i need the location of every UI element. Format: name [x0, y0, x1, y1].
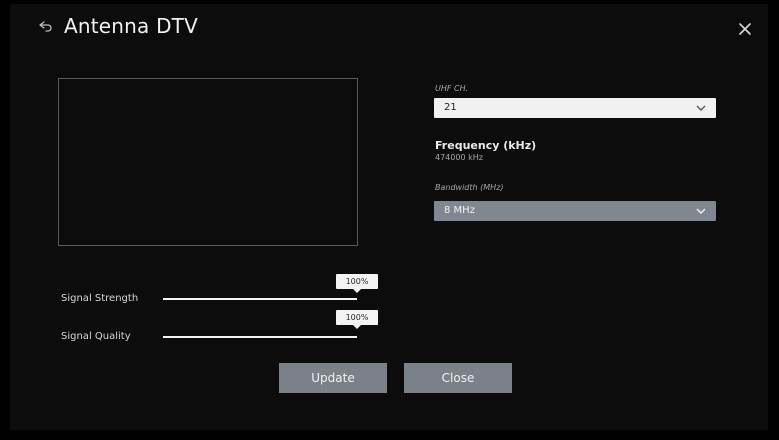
uhf-channel-label: UHF CH. — [435, 84, 469, 93]
signal-quality-fill — [163, 336, 357, 338]
bandwidth-select[interactable]: 8 MHz — [434, 201, 716, 221]
uhf-channel-value: 21 — [444, 102, 457, 113]
dialog-header: Antenna DTV — [38, 14, 198, 38]
close-icon[interactable] — [738, 22, 752, 36]
signal-strength-bar — [163, 298, 357, 300]
bandwidth-value: 8 MHz — [444, 205, 475, 216]
signal-strength-label: Signal Strength — [61, 293, 139, 304]
signal-strength-fill — [163, 298, 357, 300]
chevron-down-icon — [696, 208, 706, 214]
uhf-channel-select[interactable]: 21 — [434, 98, 716, 118]
page-title: Antenna DTV — [64, 14, 198, 38]
signal-quality-label: Signal Quality — [61, 331, 131, 342]
frequency-label: Frequency (kHz) — [435, 139, 537, 152]
signal-strength-percent: 100% — [336, 274, 378, 293]
back-arrow-icon[interactable] — [38, 18, 54, 34]
close-button[interactable]: Close — [404, 363, 512, 393]
update-button[interactable]: Update — [279, 363, 387, 393]
bandwidth-label: Bandwidth (MHz) — [435, 183, 504, 192]
screen: Antenna DTV UHF CH. 21 Frequency (kHz) 4… — [0, 0, 779, 440]
signal-quality-percent: 100% — [336, 310, 378, 329]
video-preview — [58, 78, 358, 246]
frequency-value: 474000 kHz — [435, 153, 483, 162]
signal-quality-bar — [163, 336, 357, 338]
chevron-down-icon — [696, 105, 706, 111]
